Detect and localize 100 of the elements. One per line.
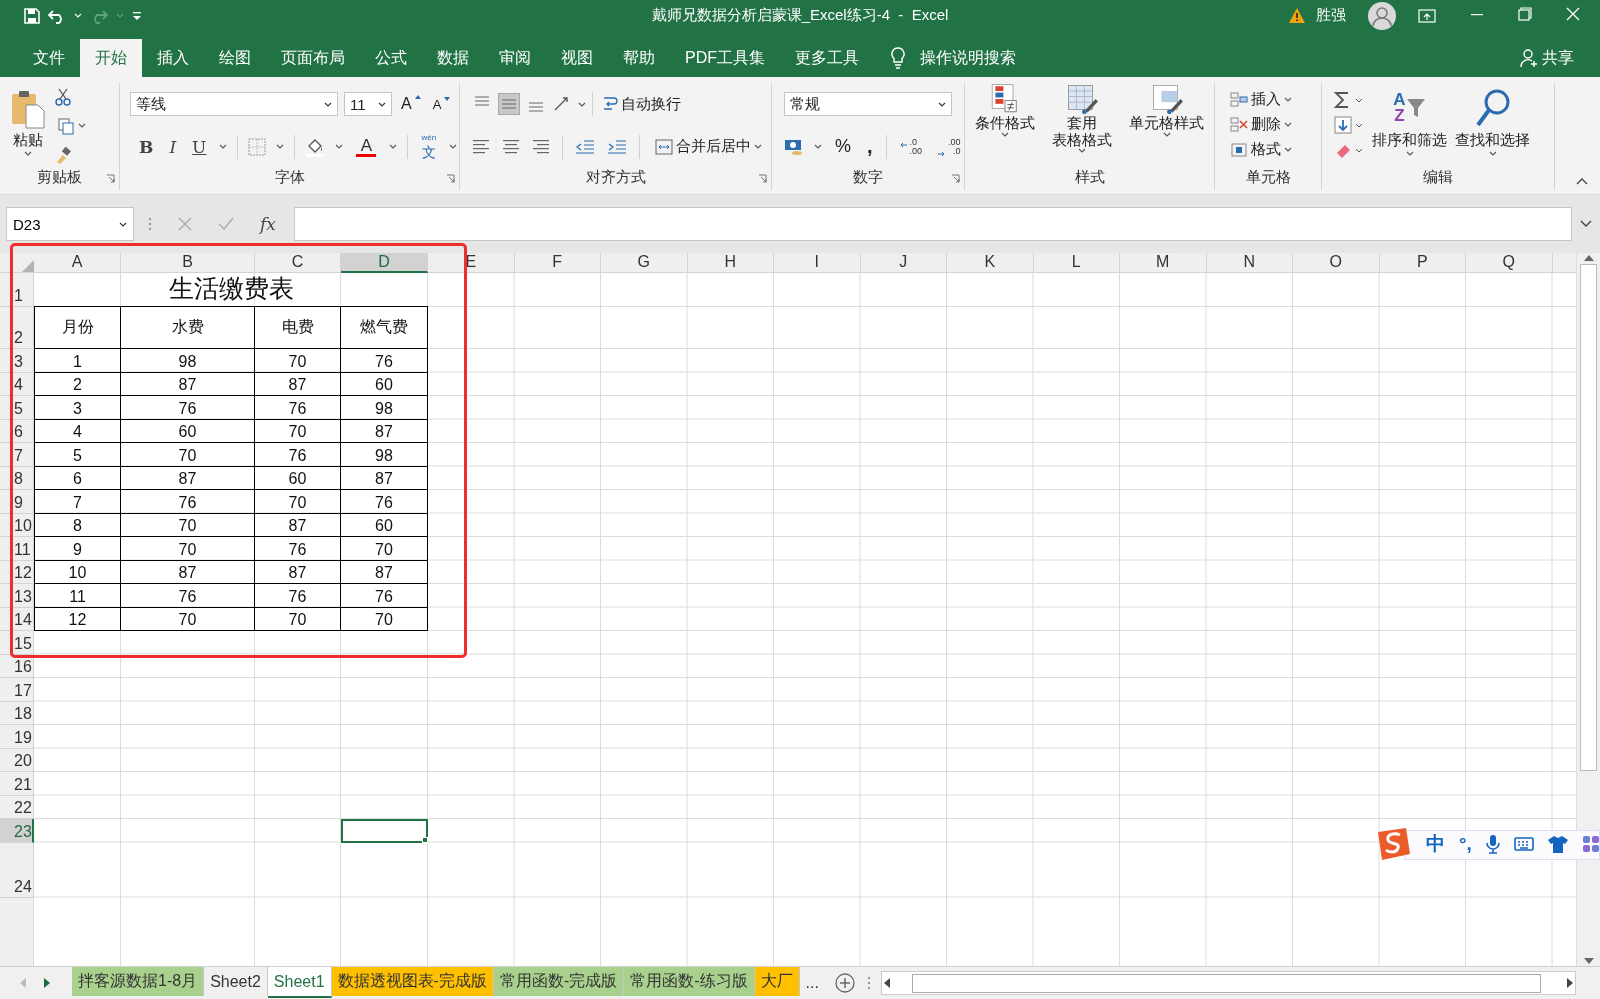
table-cell: 87 (255, 513, 341, 537)
menu-tab[interactable]: 文件 (18, 39, 80, 77)
table-cell: 70 (255, 419, 341, 443)
row-header[interactable]: 23 (0, 819, 34, 843)
table-cell: 70 (255, 607, 341, 631)
table-cell: 98 (341, 396, 428, 420)
merge-center-button[interactable]: 合并后居中 (652, 135, 765, 159)
table-cell: 3 (34, 396, 121, 420)
table-cell: 87 (121, 372, 255, 396)
bold-button[interactable]: B (136, 134, 157, 159)
table-cell: 76 (341, 584, 428, 608)
font-name-field[interactable]: 等线 (130, 92, 338, 117)
table-cell: 76 (341, 349, 428, 373)
sheet-tab[interactable]: 常用函数-完成版 (493, 967, 625, 996)
row-header[interactable]: 19 (0, 725, 34, 749)
insert-function-button[interactable]: fx (260, 214, 276, 234)
table-cell: 87 (121, 466, 255, 490)
phonetic-button[interactable]: wén 文 (418, 132, 440, 162)
row-header[interactable]: 21 (0, 772, 34, 796)
menu-tab[interactable]: 更多工具 (780, 39, 874, 77)
table-cell: 11 (34, 584, 121, 608)
font-size-field[interactable]: 11 (344, 92, 392, 117)
increase-decimal-button[interactable]: .0 .00 (896, 135, 926, 158)
row-header[interactable]: 17 (0, 678, 34, 702)
percent-button[interactable]: % (832, 134, 854, 160)
menu-tab[interactable]: 帮助 (608, 39, 670, 77)
wrap-text-button[interactable]: 自动换行 (599, 92, 684, 116)
table-cell: 76 (121, 490, 255, 514)
row-header[interactable]: 24 (0, 842, 34, 898)
cells-menu-button[interactable]: 格式 (1227, 138, 1295, 161)
table-header-cell: 电费 (255, 307, 341, 349)
menu-tab[interactable]: 审阅 (484, 39, 546, 77)
paste-button[interactable]: 粘贴 (6, 83, 50, 168)
menu-tab[interactable]: 数据 (422, 39, 484, 77)
more-sheets-button[interactable]: ... (799, 967, 825, 999)
cells-menu-button[interactable]: 插入 (1227, 88, 1295, 111)
sheet-tab[interactable]: 数据透视图表-完成版 (331, 967, 494, 996)
sheet-tab[interactable]: Sheet2 (204, 967, 268, 996)
italic-button[interactable]: I (166, 134, 180, 159)
punctuation-toggle[interactable]: °, (1459, 833, 1472, 855)
underline-button[interactable]: U (189, 134, 210, 159)
group-label: 数字 (853, 168, 883, 187)
table-cell: 7 (34, 490, 121, 514)
window-title: 戴师兄数据分析启蒙课_Excel练习-4 - Excel (651, 6, 949, 25)
table-cell: 6 (34, 466, 121, 490)
table-cell: 70 (341, 537, 428, 561)
style-button[interactable]: 条件格式 (971, 83, 1039, 168)
table-cell: 60 (255, 466, 341, 490)
table-cell: 87 (341, 419, 428, 443)
decrease-decimal-button[interactable]: .00 .0 (935, 135, 964, 158)
find-select-button[interactable]: 查找和选择 (1451, 83, 1534, 168)
sheet-tab[interactable]: 常用函数-练习版 (624, 967, 755, 996)
menu-tab[interactable]: 视图 (546, 39, 608, 77)
name-box[interactable]: D23 (6, 207, 134, 241)
table-cell: 70 (341, 607, 428, 631)
sheet-tab[interactable]: 拌客源数据1-8月 (72, 967, 205, 996)
menu-tab[interactable]: 插入 (142, 39, 204, 77)
group-label: 对齐方式 (585, 168, 646, 187)
group-label: 字体 (274, 168, 305, 187)
table-cell: 98 (341, 443, 428, 467)
menu-tab[interactable]: 公式 (360, 39, 422, 77)
comma-button[interactable]: , (864, 133, 876, 161)
table-cell: 87 (341, 466, 428, 490)
table-cell: 1 (34, 349, 121, 373)
table-cell: 87 (341, 560, 428, 584)
user-name[interactable]: 胜强 (1316, 6, 1346, 25)
table-cell: 60 (121, 419, 255, 443)
table-cell: 76 (255, 537, 341, 561)
input-mode-toggle[interactable]: 中 (1426, 831, 1445, 857)
style-button[interactable]: 单元格样式 (1125, 83, 1208, 168)
table-cell: 87 (255, 560, 341, 584)
sheet-tab[interactable]: 大厂 (754, 967, 800, 996)
table-cell: 4 (34, 419, 121, 443)
table-cell: 12 (34, 607, 121, 631)
row-header[interactable]: 22 (0, 795, 34, 819)
sheet-tab[interactable]: Sheet1 (267, 967, 332, 998)
style-button[interactable]: 套用 表格格式 (1048, 83, 1116, 168)
grow-font-button[interactable]: A (398, 93, 424, 116)
number-format-field[interactable]: 常规 (784, 92, 952, 117)
font-color-button[interactable]: A (353, 134, 380, 159)
menu-tab[interactable]: 开始 (80, 39, 142, 77)
sort-filter-button[interactable]: A Z 排序和筛选 (1368, 83, 1451, 168)
menu-tab[interactable]: PDF工具集 (670, 39, 780, 77)
row-header[interactable]: 18 (0, 701, 34, 725)
tell-me-search[interactable]: 操作说明搜索 (920, 47, 1016, 69)
table-header-cell: 水费 (121, 307, 255, 349)
table-cell: 5 (34, 443, 121, 467)
row-header[interactable]: 20 (0, 748, 34, 772)
table-cell: 76 (255, 443, 341, 467)
cells-menu-button[interactable]: 删除 (1227, 113, 1295, 136)
table-cell: 10 (34, 560, 121, 584)
table-cell: 87 (255, 372, 341, 396)
share-button[interactable]: 共享 (1520, 39, 1574, 77)
table-cell: 76 (121, 584, 255, 608)
group-label: 样式 (1074, 168, 1105, 187)
column-header[interactable]: D (341, 253, 428, 273)
menu-tab[interactable]: 绘图 (204, 39, 266, 77)
shrink-font-button[interactable]: A (429, 94, 454, 114)
table-cell: 70 (121, 513, 255, 537)
menu-tab[interactable]: 页面布局 (266, 39, 360, 77)
